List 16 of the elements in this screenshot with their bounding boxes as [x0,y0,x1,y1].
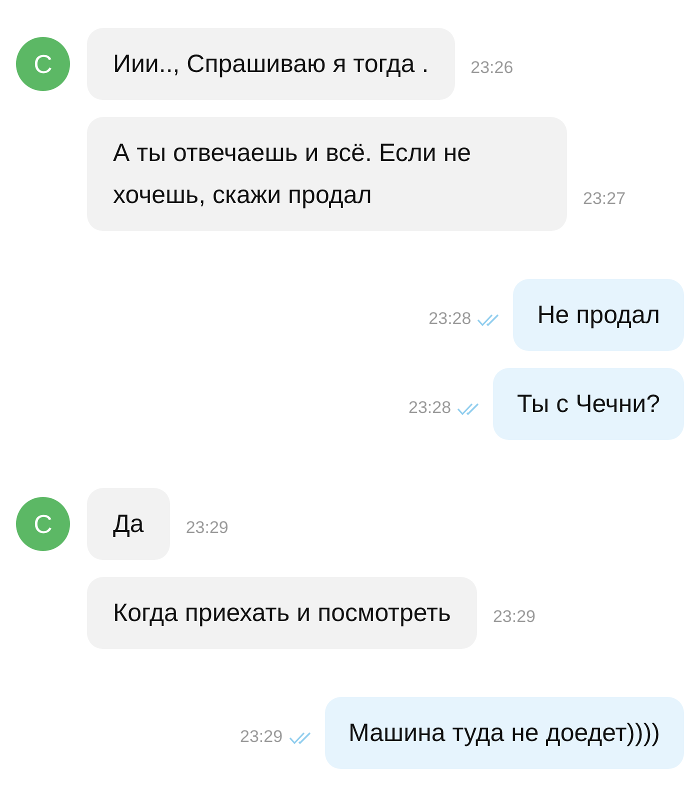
message-bubble: Ты с Чечни? [493,368,684,440]
message-bubble: Машина туда не доедет)))) [324,697,684,769]
message-time: 23:29 [186,516,228,538]
message-bubble: Да [87,488,170,560]
message-bubble: Когда приехать и посмотреть [87,577,477,649]
message-time: 23:27 [583,188,626,210]
message-time: 23:28 [428,308,472,330]
message-bubble: Иии.., Спрашиваю я тогда . [87,28,455,100]
message-time: 23:29 [492,606,536,628]
message-time: 23:26 [470,56,514,78]
message-bubble: А ты отвечаешь и всё. Если не хочешь, скажи продал [87,117,567,231]
message-time: 23:29 [240,726,283,748]
avatar[interactable]: С [16,497,70,551]
avatar[interactable]: С [16,37,70,91]
message-bubble: Не продал [513,279,684,351]
message-time: 23:28 [408,396,452,418]
